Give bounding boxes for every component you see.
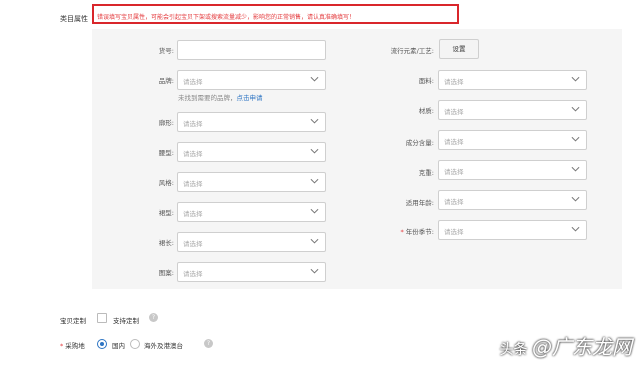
age-select[interactable]: 请选择 xyxy=(438,190,587,210)
skirt-length-select-placeholder: 请选择 xyxy=(183,240,203,248)
warning-text: 错误填写宝贝属性，可能会引起宝贝下架或搜索流量减少，影响您的正常销售，请认真准确… xyxy=(97,14,356,21)
label-fabric: 面料: xyxy=(418,77,434,85)
label-pattern: 图案: xyxy=(158,269,174,277)
skirt-type-select[interactable]: 请选择 xyxy=(177,202,326,222)
chevron-down-icon xyxy=(571,76,580,82)
season-select[interactable]: 请选择 xyxy=(438,220,587,240)
weight-select-placeholder: 请选择 xyxy=(444,168,464,176)
material-select[interactable]: 请选择 xyxy=(438,100,587,120)
brand-select-placeholder: 请选择 xyxy=(183,78,203,86)
chevron-down-icon xyxy=(310,76,319,82)
skirt-length-select[interactable]: 请选择 xyxy=(177,232,326,252)
chevron-down-icon xyxy=(571,196,580,202)
style-select-placeholder: 请选择 xyxy=(183,180,203,188)
radio-overseas-label: 海外及港澳台 xyxy=(144,342,183,350)
label-style: 风格: xyxy=(158,179,174,187)
label-age: 适用年龄: xyxy=(405,199,434,207)
chevron-down-icon xyxy=(310,208,319,214)
purchase-place-label: * 采购地 xyxy=(60,342,85,350)
label-skirt-type: 裙型: xyxy=(158,209,174,217)
label-trend-elements: 流行元素/工艺: xyxy=(390,47,434,55)
silhouette-select[interactable]: 请选择 xyxy=(177,112,326,132)
label-weight: 克重: xyxy=(418,169,434,177)
age-select-placeholder: 请选择 xyxy=(444,198,464,206)
material-select-placeholder: 请选择 xyxy=(444,108,464,116)
chevron-down-icon xyxy=(571,166,580,172)
fabric-select-placeholder: 请选择 xyxy=(444,78,464,86)
help-icon[interactable]: ? xyxy=(204,339,213,348)
section-label: 类目属性 xyxy=(60,15,88,23)
item-no-input[interactable] xyxy=(177,40,326,60)
chevron-down-icon xyxy=(571,136,580,142)
radio-domestic[interactable] xyxy=(97,339,107,349)
trend-settings-button[interactable]: 设置 xyxy=(439,39,479,59)
required-marker: * xyxy=(400,228,404,236)
label-season: * 年份季节: xyxy=(400,228,434,236)
label-skirt-length: 裙长: xyxy=(158,239,174,247)
label-silhouette: 廓形: xyxy=(158,119,174,127)
customize-label: 宝贝定制 xyxy=(60,317,86,325)
label-item-no: 货号: xyxy=(158,47,174,55)
chevron-down-icon xyxy=(310,118,319,124)
composition-select-placeholder: 请选择 xyxy=(444,138,464,146)
chevron-down-icon xyxy=(571,226,580,232)
chevron-down-icon xyxy=(310,148,319,154)
silhouette-select-placeholder: 请选择 xyxy=(183,120,203,128)
customize-checkbox-label: 支持定制 xyxy=(113,317,139,325)
waist-select-placeholder: 请选择 xyxy=(183,150,203,158)
skirt-type-select-placeholder: 请选择 xyxy=(183,210,203,218)
label-material: 材质: xyxy=(418,107,434,115)
pattern-select-placeholder: 请选择 xyxy=(183,270,203,278)
watermark: 头条 @广东龙网 xyxy=(499,335,632,359)
waist-select[interactable]: 请选择 xyxy=(177,142,326,162)
style-select[interactable]: 请选择 xyxy=(177,172,326,192)
composition-select[interactable]: 请选择 xyxy=(438,130,587,150)
weight-select[interactable]: 请选择 xyxy=(438,160,587,180)
fabric-select[interactable]: 请选择 xyxy=(438,70,587,90)
chevron-down-icon xyxy=(310,178,319,184)
brand-select[interactable]: 请选择 xyxy=(177,70,326,90)
season-select-placeholder: 请选择 xyxy=(444,228,464,236)
help-icon[interactable]: ? xyxy=(149,313,158,322)
brand-hint: 未找到需要的品牌，点击申请 xyxy=(178,94,263,102)
radio-domestic-label: 国内 xyxy=(112,342,125,350)
radio-overseas[interactable] xyxy=(130,339,140,349)
customize-checkbox[interactable] xyxy=(97,313,107,323)
label-brand: 品牌: xyxy=(158,77,174,85)
label-composition: 成分含量: xyxy=(405,139,434,147)
required-marker: * xyxy=(60,342,64,350)
chevron-down-icon xyxy=(310,268,319,274)
apply-brand-link[interactable]: 点击申请 xyxy=(237,94,263,102)
attributes-panel xyxy=(92,29,622,289)
chevron-down-icon xyxy=(310,238,319,244)
chevron-down-icon xyxy=(571,106,580,112)
pattern-select[interactable]: 请选择 xyxy=(177,262,326,282)
label-waist: 腰型: xyxy=(158,149,174,157)
